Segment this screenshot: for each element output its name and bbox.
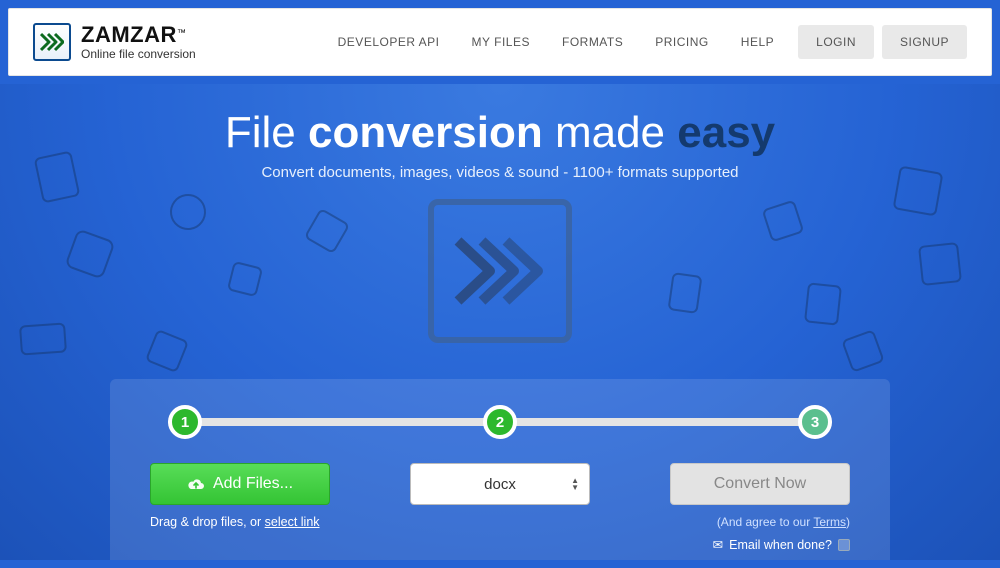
nav-pricing[interactable]: PRICING [639, 25, 725, 59]
converter-panel: 1 2 3 Add Files... Drag & drop files, or… [110, 379, 890, 560]
drag-hint: Drag & drop files, or select link [150, 515, 365, 529]
step-3: 3 [798, 405, 832, 439]
upload-cloud-icon [187, 477, 205, 491]
hero-headline: File conversion made easy [0, 108, 1000, 158]
nav-help[interactable]: HELP [725, 25, 790, 59]
nav-formats[interactable]: FORMATS [546, 25, 639, 59]
step-indicator: 1 2 3 [168, 405, 832, 439]
chevron-updown-icon: ▲▼ [571, 477, 579, 491]
email-when-done-label: Email when done? [729, 538, 832, 552]
email-when-done-checkbox[interactable] [838, 539, 850, 551]
format-select[interactable]: docx ▲▼ [410, 463, 590, 505]
login-button[interactable]: LOGIN [798, 25, 874, 59]
signup-button[interactable]: SIGNUP [882, 25, 967, 59]
add-files-button[interactable]: Add Files... [150, 463, 330, 505]
hero-illustration-icon [428, 199, 572, 343]
format-selected-value: docx [484, 476, 516, 493]
terms-link[interactable]: Terms [813, 515, 846, 529]
add-files-label: Add Files... [213, 475, 293, 493]
hero-subhead: Convert documents, images, videos & soun… [0, 164, 1000, 181]
mail-icon: ✉ [713, 537, 723, 552]
brand-tagline: Online file conversion [81, 48, 196, 60]
step-1: 1 [168, 405, 202, 439]
select-link[interactable]: select link [265, 515, 320, 529]
convert-now-button[interactable]: Convert Now [670, 463, 850, 505]
nav-my-files[interactable]: MY FILES [456, 25, 546, 59]
brand-name: ZAMZAR™ [81, 24, 196, 46]
step-2: 2 [483, 405, 517, 439]
hero-section: File conversion made easy Convert docume… [0, 84, 1000, 560]
logo-group[interactable]: ZAMZAR™ Online file conversion [33, 23, 196, 61]
logo-icon [33, 23, 71, 61]
terms-agree-text: (And agree to our Terms) [635, 515, 850, 529]
email-when-done-row: ✉ Email when done? [635, 537, 850, 552]
main-nav: DEVELOPER API MY FILES FORMATS PRICING H… [322, 25, 967, 59]
nav-developer-api[interactable]: DEVELOPER API [322, 25, 456, 59]
header-bar: ZAMZAR™ Online file conversion DEVELOPER… [8, 8, 992, 76]
